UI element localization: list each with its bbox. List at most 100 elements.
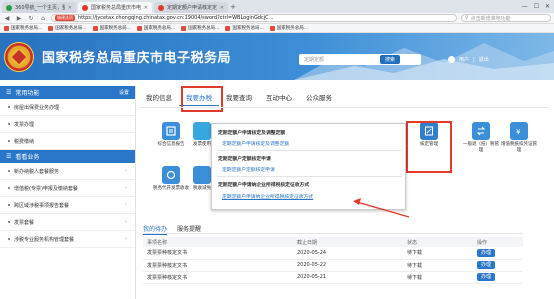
close-window-button[interactable]: ✕ [545, 3, 550, 10]
column-header: 状态 [403, 237, 473, 247]
sidebar-business-header: ☰ 看看业务 [0, 150, 135, 163]
sidebar-settings-link[interactable]: 设置 [119, 89, 129, 96]
cell-name: 发票票种核定文书 [143, 259, 293, 272]
tab-public-service[interactable]: 公众服务 [299, 91, 339, 106]
bookmark-item[interactable]: 国家税务总局... [48, 25, 87, 31]
bookmark-item[interactable]: 国家税务总局... [225, 25, 264, 31]
tab-my-info[interactable]: 我的信息 [139, 91, 179, 106]
sidebar-item[interactable]: 发票办理 [0, 116, 135, 133]
tab-interaction[interactable]: 互动中心 [259, 91, 299, 106]
nav-divider [139, 107, 549, 108]
dropdown-link[interactable]: 定期定额户定额核定申请 [212, 166, 407, 173]
sidebar-item[interactable]: 跨区域涉税事项报告套餐 › [0, 197, 135, 214]
browser-tab[interactable]: 定期定额户申请核定定额说明 ✕ [154, 2, 228, 13]
search-icon: ⚲ [465, 15, 469, 21]
user-name[interactable]: 用户 [459, 56, 469, 63]
tile-label: 税务代开发票收收 [153, 186, 189, 191]
site-search-input[interactable]: 定期定额 [299, 54, 421, 65]
bookmark-icon [136, 25, 142, 31]
tile-tax-reduction[interactable]: 税收减免 [191, 166, 213, 200]
browser-search-field[interactable]: ⚲ 点击新增准地功能 [461, 14, 551, 22]
sidebar-item[interactable]: 涉税专业服务机构管理套餐 › [0, 231, 135, 248]
tab-label: 定期定额户申请核定定额说明 [167, 5, 217, 11]
bookmark-item[interactable]: 国家税务总局... [269, 25, 308, 31]
site-search-button[interactable]: 搜索 [380, 55, 400, 64]
handle-button[interactable]: 办理 [477, 248, 495, 257]
cell-action: 办理 [473, 247, 523, 260]
refresh-icon[interactable]: ↻ [27, 15, 35, 22]
new-tab-button[interactable]: + [228, 3, 238, 11]
handle-button[interactable]: 办理 [477, 273, 495, 281]
browser-tab-bar: 360导航_一个主页，整个世界 ✕ 国家税务总局重庆市电子税务局 ✕ 定期定额户… [0, 0, 554, 13]
maximize-button[interactable]: ☐ [534, 3, 539, 10]
forward-icon[interactable]: ▶ [15, 15, 23, 22]
tab-label: 国家税务总局重庆市电子税务局 [91, 5, 141, 11]
tile-comprehensive-report[interactable]: 综合信息报告 [151, 122, 191, 156]
dropdown-divider [217, 150, 402, 151]
refund-icon [472, 122, 490, 140]
bookmark-item[interactable]: 国家税务总局... [136, 25, 175, 31]
sidebar-item[interactable]: 新办纳税人套餐服务 › [0, 163, 135, 180]
tile-vat-deduction[interactable]: ¥ 增值税抵扣凭证管理 [499, 122, 539, 156]
avatar-icon[interactable] [448, 56, 455, 63]
bookmark-item[interactable]: 国家税务总局... [92, 25, 131, 31]
tile-invoice-use[interactable]: 发票使用 [191, 122, 213, 156]
minimize-button[interactable]: — [522, 3, 528, 10]
browser-search-placeholder: 点击新增准地功能 [470, 15, 511, 22]
handle-button[interactable]: 办理 [477, 261, 495, 269]
highlight-box-tab [181, 86, 223, 112]
bookmarks-bar: 国家税务总局... 国家税务总局... 国家税务总局... 国家税务总局... … [0, 24, 554, 33]
chevron-right-icon: › [125, 185, 127, 191]
logout-link[interactable]: 退出 [479, 56, 489, 63]
main-nav-tabs: 我的信息 我要办税 我要查询 互动中心 公众服务 [139, 91, 339, 106]
highlight-box-verification [406, 121, 452, 173]
cell-name: 发票票种核定文书 [143, 247, 293, 260]
bookmark-icon [181, 25, 187, 31]
sidebar-item[interactable]: 发票套餐 › [0, 214, 135, 231]
dropdown-divider [217, 176, 402, 177]
report-icon [162, 122, 180, 140]
cell-date: 2020-05-21 [293, 271, 403, 284]
sidebar-item[interactable]: 增值税(专票)申报及缴纳套餐 › [0, 180, 135, 197]
tab-query[interactable]: 我要查询 [219, 91, 259, 106]
dropdown-heading: 定期定额户定额核定申请 [218, 157, 271, 162]
close-icon[interactable]: ✕ [68, 5, 72, 11]
sidebar-business-title: 看看业务 [15, 154, 40, 161]
tab-favicon-icon [6, 4, 12, 11]
sidebar-item[interactable]: 税费缴纳 [0, 133, 135, 150]
bookmark-item[interactable]: 国家税务总局... [4, 25, 42, 31]
close-icon[interactable]: ✕ [144, 5, 148, 11]
tile-tax-agency-invoice[interactable]: 税务代开发票收收 [151, 166, 191, 200]
url-field[interactable]: 城建选项 https://jycetax.chongqing.chinatax.… [51, 14, 457, 22]
national-emblem-logo [4, 42, 34, 72]
dropdown-link-highlighted[interactable]: 定期定额户申请纳企业所得税核定征收方式 [212, 193, 407, 200]
menu-icon: ☰ [6, 153, 12, 160]
sidebar-item[interactable]: 房屋出保费业务办理 [0, 99, 135, 116]
cell-date: 2020-05-24 [293, 247, 403, 260]
separator: | [473, 56, 475, 63]
bookmark-item[interactable]: 国家税务总局... [181, 25, 219, 31]
home-icon[interactable]: ⌂ [39, 15, 47, 22]
bookmark-icon [92, 25, 98, 31]
browser-tab-active[interactable]: 国家税务总局重庆市电子税务局 ✕ [78, 2, 152, 13]
invoice-icon [193, 122, 211, 140]
menu-icon: ☰ [6, 89, 12, 96]
tab-favicon-icon [82, 4, 88, 11]
dropdown-heading: 定期定额户申请核定及调整定额 [218, 131, 286, 136]
table-header-row: 事项名称 截止日期 状态 操作 [143, 237, 523, 247]
browser-tab[interactable]: 360导航_一个主页，整个世界 ✕ [2, 2, 76, 13]
table-row: 发票票种核定文书 2020-05-21 待下载 办理 [143, 271, 523, 284]
close-icon[interactable]: ✕ [220, 5, 224, 11]
dropdown-link[interactable]: 定期定额户申请核定及调整定额 [212, 140, 407, 147]
tile-label: 综合信息报告 [157, 142, 185, 147]
bookmark-icon [225, 25, 231, 31]
tile-tax-refund[interactable]: 一般退（抵）税管理 [461, 122, 501, 156]
tile-label: 增值税抵扣凭证管理 [501, 142, 537, 153]
column-header: 截止日期 [293, 237, 403, 247]
back-icon[interactable]: ◀ [3, 15, 11, 22]
tax-reduction-icon [193, 166, 211, 184]
tab-label: 360导航_一个主页，整个世界 [15, 5, 65, 11]
todo-divider [143, 233, 523, 234]
column-header: 事项名称 [143, 237, 293, 247]
user-area: 用户 | 退出 [448, 56, 489, 63]
